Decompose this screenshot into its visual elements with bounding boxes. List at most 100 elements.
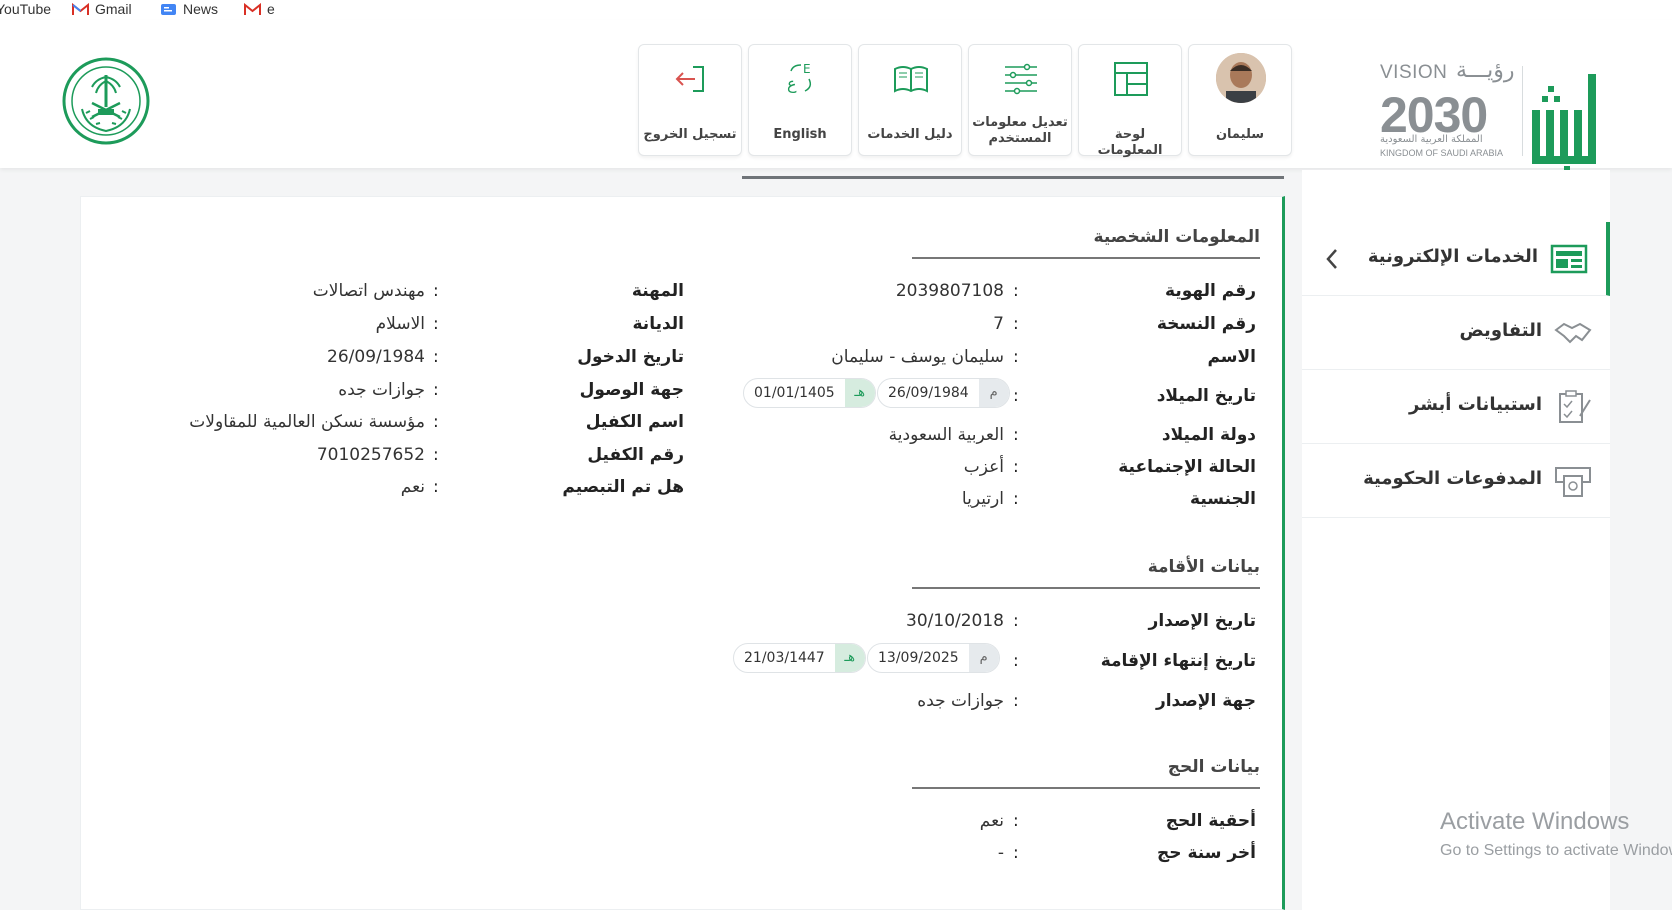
last-hajj-year-value: - <box>997 843 1004 863</box>
entry-date-label: تاريخ الدخول <box>577 347 684 367</box>
occupation-value: مهندس اتصالات <box>312 281 425 301</box>
logo-divider <box>1522 66 1523 156</box>
last-hajj-year-label: أخر سنة حج <box>1157 843 1256 863</box>
dashboard-button[interactable]: لوحة المعلومات <box>1078 44 1182 158</box>
activate-windows-subtitle: Go to Settings to activate Windows. <box>1440 842 1672 859</box>
bookmark-label: e <box>267 1 275 17</box>
edit-user-info-button[interactable]: تعديل معلومات المستخدم <box>968 44 1072 156</box>
user-photo-icon <box>1216 53 1266 103</box>
tile-label: دليل الخدمات <box>867 127 953 142</box>
tile-label: English <box>773 127 827 142</box>
date-value: 13/09/2025 <box>878 650 959 666</box>
date-value: 21/03/1447 <box>744 650 825 666</box>
birth-date-hijri: هـ 01/01/1405 <box>743 378 876 408</box>
colon: : <box>433 281 439 301</box>
colon: : <box>1013 691 1019 711</box>
handshake-icon <box>1554 322 1592 344</box>
colon: : <box>1013 843 1019 863</box>
payments-icon <box>1555 467 1591 497</box>
vision-word: VISION <box>1380 62 1448 83</box>
section-title-hajj: بيانات الحج <box>1167 757 1260 777</box>
user-profile-button[interactable]: سليمان <box>1188 44 1292 156</box>
sidebar-item-label: استبيانات أبشر <box>1409 394 1542 415</box>
residence-expiry-label: تاريخ إنتهاء الإقامة <box>1100 651 1256 671</box>
gmail-icon <box>72 3 89 15</box>
bookmark-label: Gmail <box>95 1 132 17</box>
section-title-personal: المعلومات الشخصية <box>1093 227 1260 247</box>
bookmark-youtube[interactable]: YouTube <box>0 0 51 20</box>
id-number-value: 2039807108 <box>895 281 1004 301</box>
sponsor-name-value: مؤسسة نسكن العالمية للمقاولات <box>189 412 425 432</box>
bookmark-label: News <box>183 1 219 17</box>
sponsor-name-label: اسم الكفيل <box>585 412 684 432</box>
vision-2030-logo: VISION رؤيـــة 2030 المملكة العربية السع… <box>1372 52 1515 158</box>
news-icon <box>161 4 176 15</box>
marital-status-value: أعزب <box>963 457 1004 477</box>
colon: : <box>1013 425 1019 445</box>
birth-country-value: العربية السعودية <box>888 425 1004 445</box>
copy-number-label: رقم النسخة <box>1156 314 1256 334</box>
moi-emblem-logo <box>62 57 150 145</box>
sidebar-item-label: التفاويض <box>1459 320 1543 341</box>
nationality-value: ارتيريا <box>961 489 1004 509</box>
header-tiles: تسجيل الخروج Eع English دليل الخدمات تعد… <box>638 44 1294 158</box>
hajj-eligibility-label: أحقية الحج <box>1165 811 1256 831</box>
residence-expiry-hijri: هـ 21/03/1447 <box>733 643 866 673</box>
language-icon: Eع <box>787 62 812 94</box>
sliders-icon <box>1005 63 1037 95</box>
date-value: 01/01/1405 <box>754 385 835 401</box>
language-button[interactable]: Eع English <box>748 44 852 156</box>
bookmarks-bar: YouTube Gmail News e <box>0 0 1672 20</box>
birth-country-label: دولة الميلاد <box>1161 425 1256 445</box>
bookmark-e[interactable]: e <box>244 0 275 20</box>
logout-icon <box>675 66 704 92</box>
birth-date-label: تاريخ الميلاد <box>1156 386 1256 406</box>
survey-icon <box>1559 390 1591 423</box>
marital-status-label: الحالة الإجتماعية <box>1118 457 1256 477</box>
sidebar-item-delegations[interactable]: التفاويض <box>1302 296 1610 370</box>
dashboard-icon <box>1114 62 1148 96</box>
residence-issue-date-label: تاريخ الإصدار <box>1148 611 1256 631</box>
name-label: الاسم <box>1207 347 1256 367</box>
vision-arabic: رؤيـــة <box>1456 58 1515 83</box>
colon: : <box>433 412 439 432</box>
kingdom-arabic: المملكة العربية السعودية <box>1380 134 1483 145</box>
sidebar-item-label: المدفوعات الحكومية <box>1363 468 1542 489</box>
sponsor-number-label: رقم الكفيل <box>587 445 684 465</box>
entry-date-value: 26/09/1984 <box>327 347 425 367</box>
colon: : <box>433 314 439 334</box>
religion-label: الديانة <box>632 314 685 334</box>
date-value: 26/09/1984 <box>888 385 969 401</box>
fingerprint-value: نعم <box>400 477 425 497</box>
colon: : <box>1013 489 1019 509</box>
residence-issue-date-value: 30/10/2018 <box>906 611 1004 631</box>
eservices-icon <box>1550 244 1588 274</box>
logout-button[interactable]: تسجيل الخروج <box>638 44 742 156</box>
colon: : <box>1013 386 1019 406</box>
sidebar-menu: الخدمات الإلكترونية التفاويض استبيانات أ… <box>1302 170 1610 910</box>
sidebar-item-gov-payments[interactable]: المدفوعات الحكومية <box>1302 444 1610 518</box>
colon: : <box>1013 651 1019 671</box>
nationality-label: الجنسية <box>1190 489 1256 509</box>
residence-expiry-gregorian: م 13/09/2025 <box>867 643 1000 673</box>
section-divider <box>912 587 1260 589</box>
bookmark-news[interactable]: News <box>160 0 218 20</box>
svg-text:E: E <box>803 62 811 76</box>
sidebar-item-surveys[interactable]: استبيانات أبشر <box>1302 370 1610 444</box>
sidebar-item-eservices[interactable]: الخدمات الإلكترونية <box>1302 222 1610 296</box>
tile-label: سليمان <box>1215 127 1265 142</box>
name-value: سليمان يوسف - سليمان <box>831 347 1004 367</box>
colon: : <box>1013 347 1019 367</box>
colon: : <box>1013 611 1019 631</box>
section-title-residence: بيانات الأقامة <box>1147 557 1260 577</box>
site-header: تسجيل الخروج Eع English دليل الخدمات تعد… <box>0 20 1672 172</box>
section-divider <box>912 257 1260 259</box>
services-guide-button[interactable]: دليل الخدمات <box>858 44 962 156</box>
issuing-authority-label: جهة الإصدار <box>1155 691 1256 711</box>
bookmark-gmail[interactable]: Gmail <box>72 0 132 20</box>
brand-logos: VISION رؤيـــة 2030 المملكة العربية السع… <box>1372 46 1612 172</box>
calendar-tag: م <box>978 379 1009 407</box>
colon: : <box>433 445 439 465</box>
activate-windows-title: Activate Windows <box>1440 808 1630 835</box>
bookmark-label: YouTube <box>0 1 52 17</box>
